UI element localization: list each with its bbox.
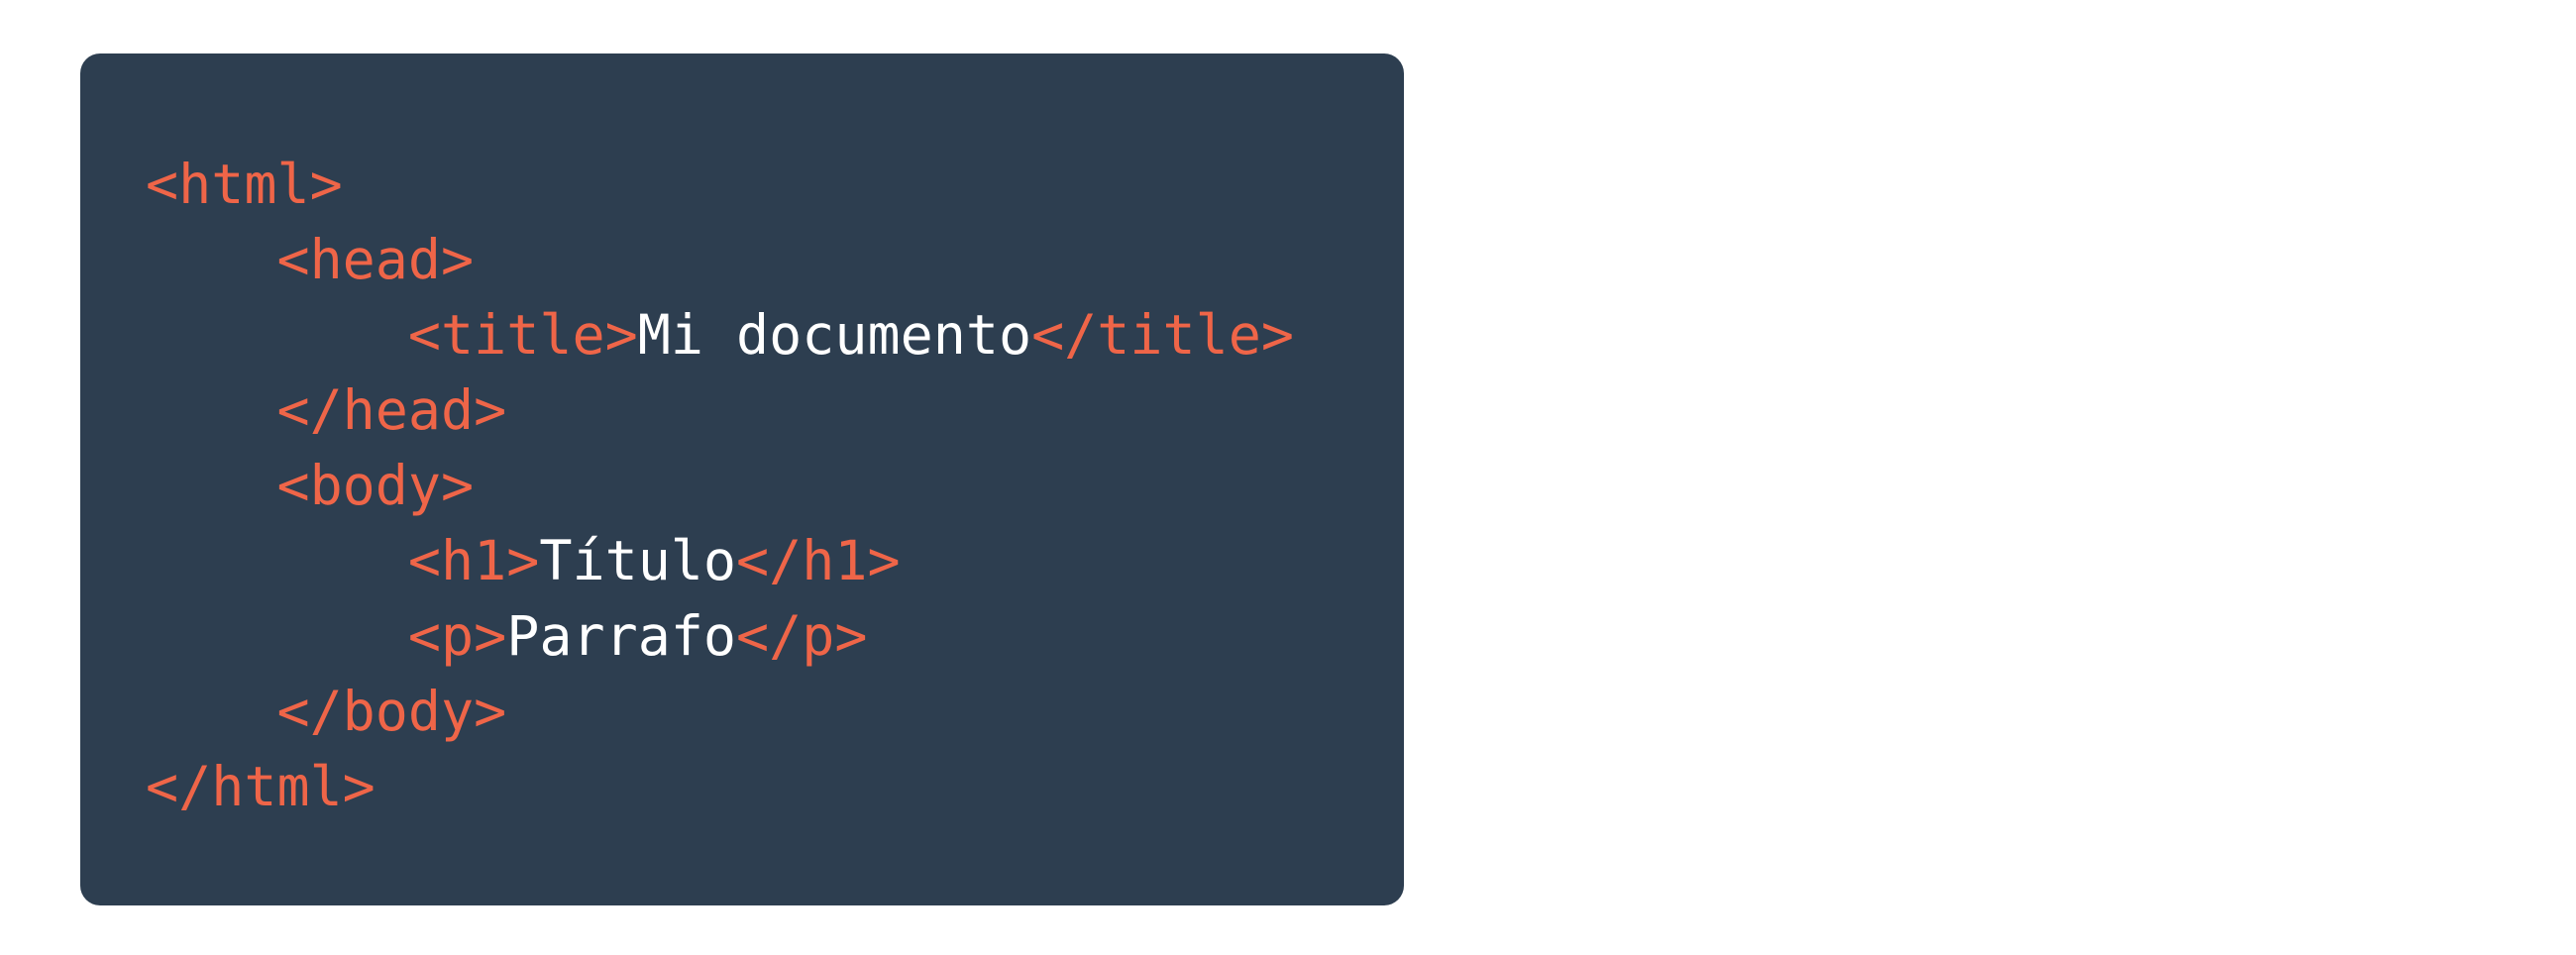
code-block: <html> <head> <title>Mi documento</title… [146,147,1294,824]
code-snippet-card: <html> <head> <title>Mi documento</title… [80,53,1404,905]
code-line-body-open: <body> [146,448,1294,523]
code-line-h1: <h1>Título</h1> [146,523,1294,598]
code-line-body-close: </body> [146,674,1294,749]
tag-head-open: <head> [276,228,475,291]
tag-title-open: <title> [407,303,638,367]
title-text: Mi documento [637,303,1032,367]
code-line-p: <p>Parrafo</p> [146,598,1294,674]
p-text: Parrafo [506,604,737,668]
tag-p-open: <p> [407,604,507,668]
tag-body-close: </body> [276,680,507,743]
tag-title-close: </title> [1031,303,1294,367]
code-line-head-close: </head> [146,372,1294,448]
tag-head-close: </head> [276,378,507,442]
code-line-title: <title>Mi documento</title> [146,297,1294,372]
h1-text: Título [539,529,737,592]
code-line-head-open: <head> [146,222,1294,297]
code-line-html-close: </html> [146,749,1294,824]
tag-h1-close: </h1> [736,529,901,592]
code-line-html-open: <html> [146,147,1294,222]
tag-html-close: </html> [146,755,376,818]
tag-html-open: <html> [146,153,343,216]
tag-p-close: </p> [736,604,868,668]
tag-h1-open: <h1> [407,529,540,592]
tag-body-open: <body> [276,454,475,517]
